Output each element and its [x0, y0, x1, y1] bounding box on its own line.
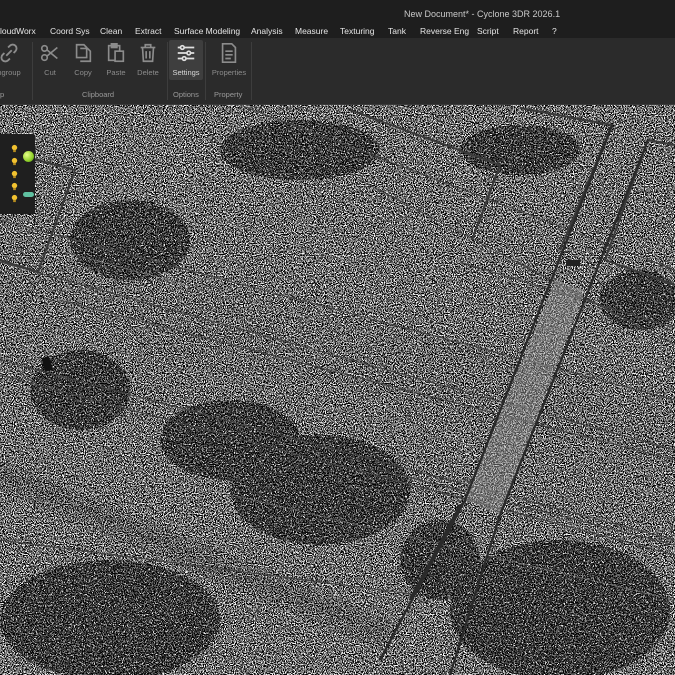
point-cloud: [0, 105, 675, 675]
ribbon-separator: [205, 42, 206, 100]
menu-item-reverse-eng[interactable]: Reverse Eng: [420, 24, 469, 38]
bulb-icon[interactable]: [10, 153, 19, 166]
group-label-group: p: [0, 90, 5, 99]
properties-label: Properties: [211, 68, 247, 77]
menu-item-surface-modeling[interactable]: Surface Modeling: [174, 24, 240, 38]
settings-button[interactable]: Settings: [169, 40, 203, 80]
sphere-icon[interactable]: [23, 151, 34, 162]
menu-item-cloudworx[interactable]: loudWorx: [0, 24, 36, 38]
3d-viewport[interactable]: [0, 105, 675, 675]
ungroup-label: ngroup: [0, 68, 21, 77]
ribbon: ngroup Cut Copy Paste Delete Settings: [0, 38, 675, 105]
group-label-property: Property: [214, 90, 243, 99]
cut-label: Cut: [44, 68, 56, 77]
ungroup-button[interactable]: ngroup: [0, 40, 26, 80]
paste-button[interactable]: Paste: [99, 40, 133, 80]
menu-bar: loudWorx Coord Sys Clean Extract Surface…: [0, 24, 675, 38]
properties-button[interactable]: Properties: [212, 40, 246, 80]
copy-button[interactable]: Copy: [66, 40, 100, 80]
sliders-icon: [177, 44, 195, 62]
cut-button[interactable]: Cut: [33, 40, 67, 80]
paste-icon: [107, 43, 125, 63]
menu-item-tank[interactable]: Tank: [388, 24, 406, 38]
ribbon-separator: [251, 42, 252, 100]
copy-label: Copy: [74, 68, 92, 77]
group-label-options: Options: [173, 90, 199, 99]
title-bar: New Document* - Cyclone 3DR 2026.1 loudW…: [0, 0, 675, 40]
bulb-icon[interactable]: [10, 190, 19, 203]
delete-button[interactable]: Delete: [131, 40, 165, 80]
bulb-icon[interactable]: [10, 178, 19, 191]
menu-item-help[interactable]: ?: [552, 24, 557, 38]
menu-item-measure[interactable]: Measure: [295, 24, 328, 38]
window-title: New Document* - Cyclone 3DR 2026.1: [404, 9, 561, 19]
menu-item-texturing[interactable]: Texturing: [340, 24, 375, 38]
chevron-down-icon[interactable]: [5, 120, 13, 128]
paste-label: Paste: [106, 68, 126, 77]
settings-label: Settings: [172, 68, 200, 77]
link-icon: [0, 43, 18, 63]
group-label-clipboard: Clipboard: [82, 90, 115, 99]
document-icon: [221, 43, 237, 63]
copy-icon: [75, 43, 92, 63]
layers-panel: [0, 134, 35, 214]
delete-label: Delete: [137, 68, 159, 77]
menu-item-coord-sys[interactable]: Coord Sys: [50, 24, 90, 38]
chevron-down-icon[interactable]: [26, 120, 34, 128]
menu-item-clean[interactable]: Clean: [100, 24, 122, 38]
trash-icon: [140, 43, 156, 63]
menu-item-analysis[interactable]: Analysis: [251, 24, 283, 38]
ribbon-separator: [167, 42, 168, 100]
menu-item-script[interactable]: Script: [477, 24, 499, 38]
bulb-icon[interactable]: [10, 140, 19, 153]
toggle-switch[interactable]: [23, 192, 34, 197]
menu-item-extract[interactable]: Extract: [135, 24, 161, 38]
scissors-icon: [40, 44, 58, 62]
menu-item-report[interactable]: Report: [513, 24, 539, 38]
bulb-icon[interactable]: [10, 166, 19, 179]
